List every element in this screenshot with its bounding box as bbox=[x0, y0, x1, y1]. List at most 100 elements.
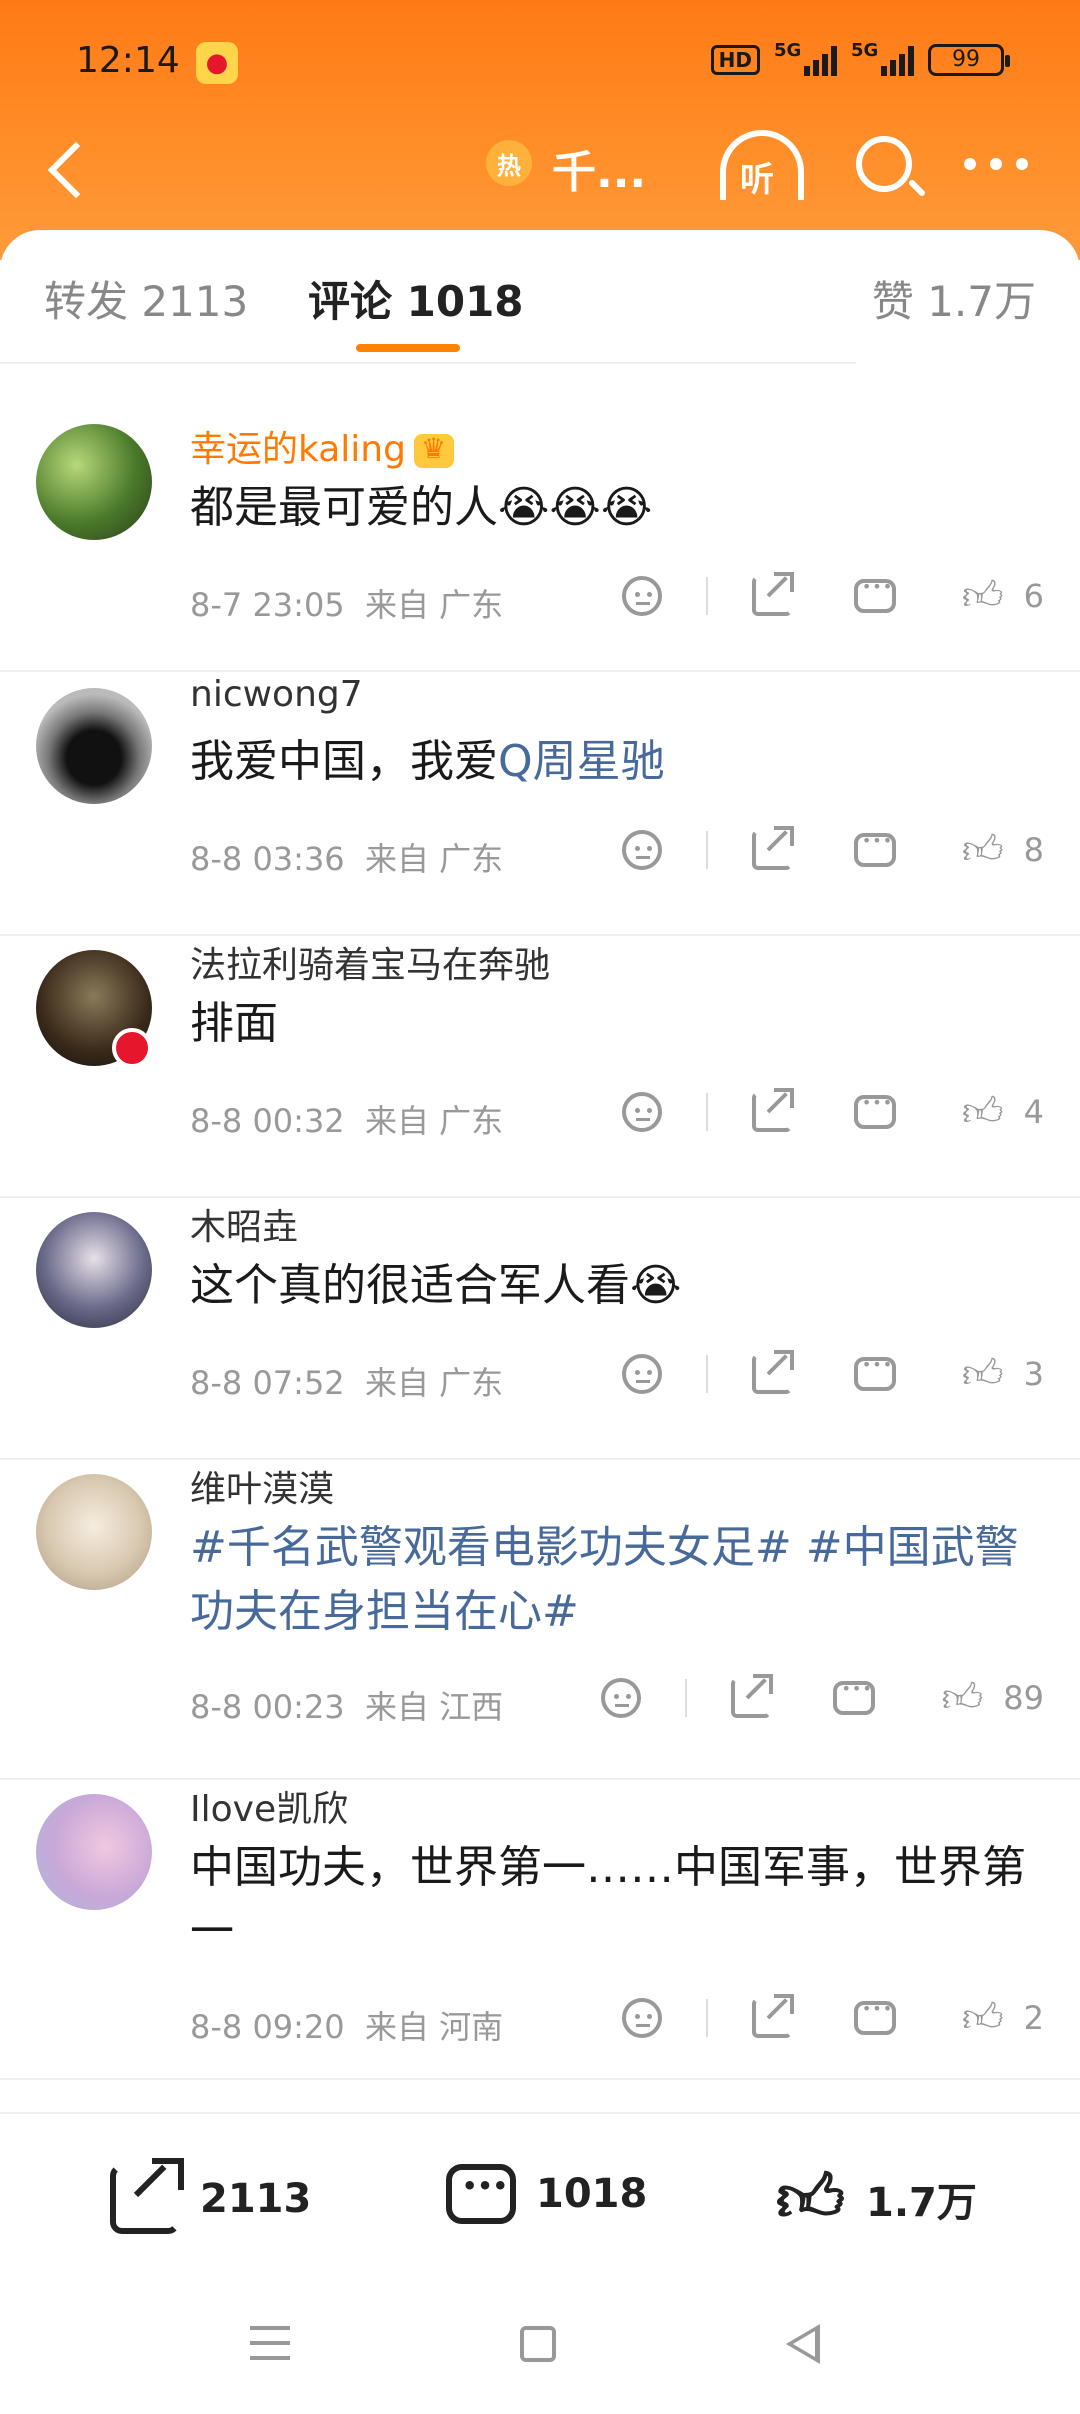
avatar[interactable] bbox=[36, 1474, 152, 1590]
content-card: 转发 2113 评论 1018 赞 1.7万 幸运的kaling 都是最可爱的人… bbox=[0, 230, 1080, 2130]
active-tab-indicator bbox=[356, 344, 460, 352]
share-icon[interactable] bbox=[751, 572, 794, 616]
thumbs-up-icon: 👍︎ bbox=[961, 573, 1004, 619]
username[interactable]: 法拉利骑着宝马在奔驰 bbox=[190, 936, 550, 988]
tab-bar: 转发 2113 评论 1018 赞 1.7万 bbox=[0, 230, 1080, 364]
comment-text: 都是最可爱的人😭😭😭 bbox=[190, 482, 653, 533]
tab-likes[interactable]: 赞 1.7万 bbox=[872, 268, 1036, 329]
status-bar: 12:14 ● HD 5G 5G 99 bbox=[0, 0, 1080, 130]
bottom-comment-button[interactable]: 1018 bbox=[446, 2164, 647, 2224]
avatar[interactable] bbox=[36, 424, 152, 540]
comment-meta: 8-7 23:05 来自 广东 bbox=[190, 586, 504, 624]
comment-actions: 👍︎89 bbox=[601, 1674, 1044, 1718]
verified-badge-icon bbox=[112, 1028, 152, 1068]
like-button[interactable]: 👍︎ 4 bbox=[962, 1092, 1044, 1132]
username[interactable]: 木昭垚 bbox=[190, 1198, 298, 1250]
tab-comments[interactable]: 评论 1018 bbox=[308, 268, 524, 329]
status-icons: HD 5G 5G 99 bbox=[710, 40, 1010, 76]
dislike-face-icon[interactable] bbox=[621, 576, 662, 616]
username[interactable]: nicwong7 bbox=[190, 674, 363, 715]
thumbs-up-icon: 👍︎ bbox=[961, 1351, 1004, 1397]
dislike-face-icon[interactable] bbox=[621, 1092, 662, 1132]
reply-icon[interactable] bbox=[853, 1999, 896, 2035]
status-time: 12:14 bbox=[76, 40, 180, 81]
reply-icon[interactable] bbox=[853, 1355, 896, 1391]
comment-text: 中国功夫，世界第一……中国军事，世界第一 bbox=[190, 1842, 1026, 1957]
comment-text: 这个真的很适合军人看😭 bbox=[190, 1260, 682, 1311]
repost-icon bbox=[110, 2158, 184, 2234]
thumbs-up-icon: 👍︎ bbox=[776, 2160, 845, 2237]
username[interactable]: 幸运的kaling bbox=[190, 420, 454, 472]
comment-text: 我爱中国，我爱Q周星驰 bbox=[190, 736, 665, 787]
like-button[interactable]: 👍︎ 8 bbox=[962, 830, 1044, 870]
comment-item[interactable]: 幸运的kaling 都是最可爱的人😭😭😭 8-7 23:05 来自 广东 👍︎6 bbox=[0, 410, 1080, 672]
hd-icon: HD bbox=[710, 45, 760, 75]
hot-badge-icon: 热 bbox=[486, 140, 532, 186]
comment-text: 排面 bbox=[190, 998, 278, 1049]
search-icon[interactable] bbox=[856, 136, 912, 192]
home-icon[interactable] bbox=[520, 2326, 556, 2362]
comment-item[interactable]: Ilove凯欣 中国功夫，世界第一……中国军事，世界第一 8-8 09:20 来… bbox=[0, 1780, 1080, 2080]
username[interactable]: Ilove凯欣 bbox=[190, 1780, 348, 1832]
comment-meta: 8-8 00:23 来自 江西 bbox=[190, 1688, 504, 1726]
reply-icon[interactable] bbox=[833, 1679, 876, 1715]
dislike-face-icon[interactable] bbox=[621, 830, 662, 870]
comment-actions: 👍︎8 bbox=[621, 826, 1044, 870]
bottom-like-button[interactable]: 👍︎ 1.7万 bbox=[776, 2164, 977, 2234]
weibo-app-icon: ● bbox=[196, 42, 238, 84]
thumbs-up-icon: 👍︎ bbox=[961, 1089, 1004, 1135]
search-link[interactable]: Q周星驰 bbox=[498, 736, 665, 787]
dislike-face-icon[interactable] bbox=[621, 1998, 662, 2038]
share-icon[interactable] bbox=[751, 1088, 794, 1132]
like-button[interactable]: 👍︎ 6 bbox=[962, 576, 1044, 616]
reply-icon[interactable] bbox=[853, 1093, 896, 1129]
tab-repost[interactable]: 转发 2113 bbox=[44, 268, 248, 329]
reply-icon[interactable] bbox=[853, 831, 896, 867]
comment-actions: 👍︎2 bbox=[621, 1994, 1044, 2038]
comment-item[interactable]: 维叶漠漠 #千名武警观看电影功夫女足# #中国武警功夫在身担当在心# 8-8 0… bbox=[0, 1460, 1080, 1780]
system-back-icon[interactable] bbox=[786, 2324, 820, 2364]
share-icon[interactable] bbox=[751, 1350, 794, 1394]
comment-text: #千名武警观看电影功夫女足# #中国武警功夫在身担当在心# bbox=[190, 1516, 1040, 1644]
comment-meta: 8-8 03:36 来自 广东 bbox=[190, 840, 504, 878]
signal-icon-2: 5G bbox=[851, 40, 914, 76]
avatar[interactable] bbox=[36, 1212, 152, 1328]
hashtag-link[interactable]: #千名武警观看电影功夫女足# #中国武警功夫在身担当在心# bbox=[190, 1522, 1019, 1637]
like-button[interactable]: 👍︎ 3 bbox=[962, 1354, 1044, 1394]
recent-apps-icon[interactable] bbox=[250, 2326, 290, 2371]
tab-divider bbox=[0, 362, 856, 364]
comment-meta: 8-8 00:32 来自 广东 bbox=[190, 1102, 504, 1140]
share-icon[interactable] bbox=[731, 1674, 774, 1718]
bottom-action-bar: 2113 1018 👍︎ 1.7万 bbox=[0, 2112, 1080, 2282]
like-button[interactable]: 👍︎ 89 bbox=[941, 1678, 1044, 1718]
username[interactable]: 维叶漠漠 bbox=[190, 1460, 334, 1512]
comment-actions: 👍︎6 bbox=[621, 572, 1044, 616]
comment-item[interactable]: 木昭垚 这个真的很适合军人看😭 8-8 07:52 来自 广东 👍︎3 bbox=[0, 1198, 1080, 1460]
vip-crown-icon bbox=[413, 432, 454, 468]
comment-meta: 8-8 07:52 来自 广东 bbox=[190, 1364, 504, 1402]
bottom-repost-button[interactable]: 2113 bbox=[110, 2158, 311, 2234]
comment-item[interactable]: 法拉利骑着宝马在奔驰 排面 8-8 00:32 来自 广东 👍︎4 bbox=[0, 936, 1080, 1198]
comment-meta: 8-8 09:20 来自 河南 bbox=[190, 2008, 504, 2046]
dislike-face-icon[interactable] bbox=[621, 1354, 662, 1394]
share-icon[interactable] bbox=[751, 1994, 794, 2038]
topic-title[interactable]: 千... bbox=[552, 136, 646, 200]
system-nav-bar bbox=[0, 2282, 1080, 2414]
battery-icon: 99 bbox=[928, 44, 1010, 76]
avatar[interactable] bbox=[36, 1794, 152, 1910]
back-arrow-icon[interactable] bbox=[47, 141, 105, 199]
comment-actions: 👍︎3 bbox=[621, 1350, 1044, 1394]
avatar[interactable] bbox=[36, 688, 152, 804]
more-options-icon[interactable] bbox=[964, 158, 1028, 170]
dislike-face-icon[interactable] bbox=[601, 1678, 642, 1718]
listen-headphones-icon[interactable]: 听 bbox=[720, 130, 804, 200]
comment-icon bbox=[446, 2164, 516, 2224]
like-button[interactable]: 👍︎ 2 bbox=[962, 1998, 1044, 2038]
thumbs-up-icon: 👍︎ bbox=[961, 827, 1004, 873]
comment-item[interactable]: nicwong7 我爱中国，我爱Q周星驰 8-8 03:36 来自 广东 👍︎8 bbox=[0, 674, 1080, 936]
share-icon[interactable] bbox=[751, 826, 794, 870]
signal-icon: 5G bbox=[774, 40, 837, 76]
comment-actions: 👍︎4 bbox=[621, 1088, 1044, 1132]
thumbs-up-icon: 👍︎ bbox=[941, 1675, 984, 1721]
reply-icon[interactable] bbox=[853, 577, 896, 613]
